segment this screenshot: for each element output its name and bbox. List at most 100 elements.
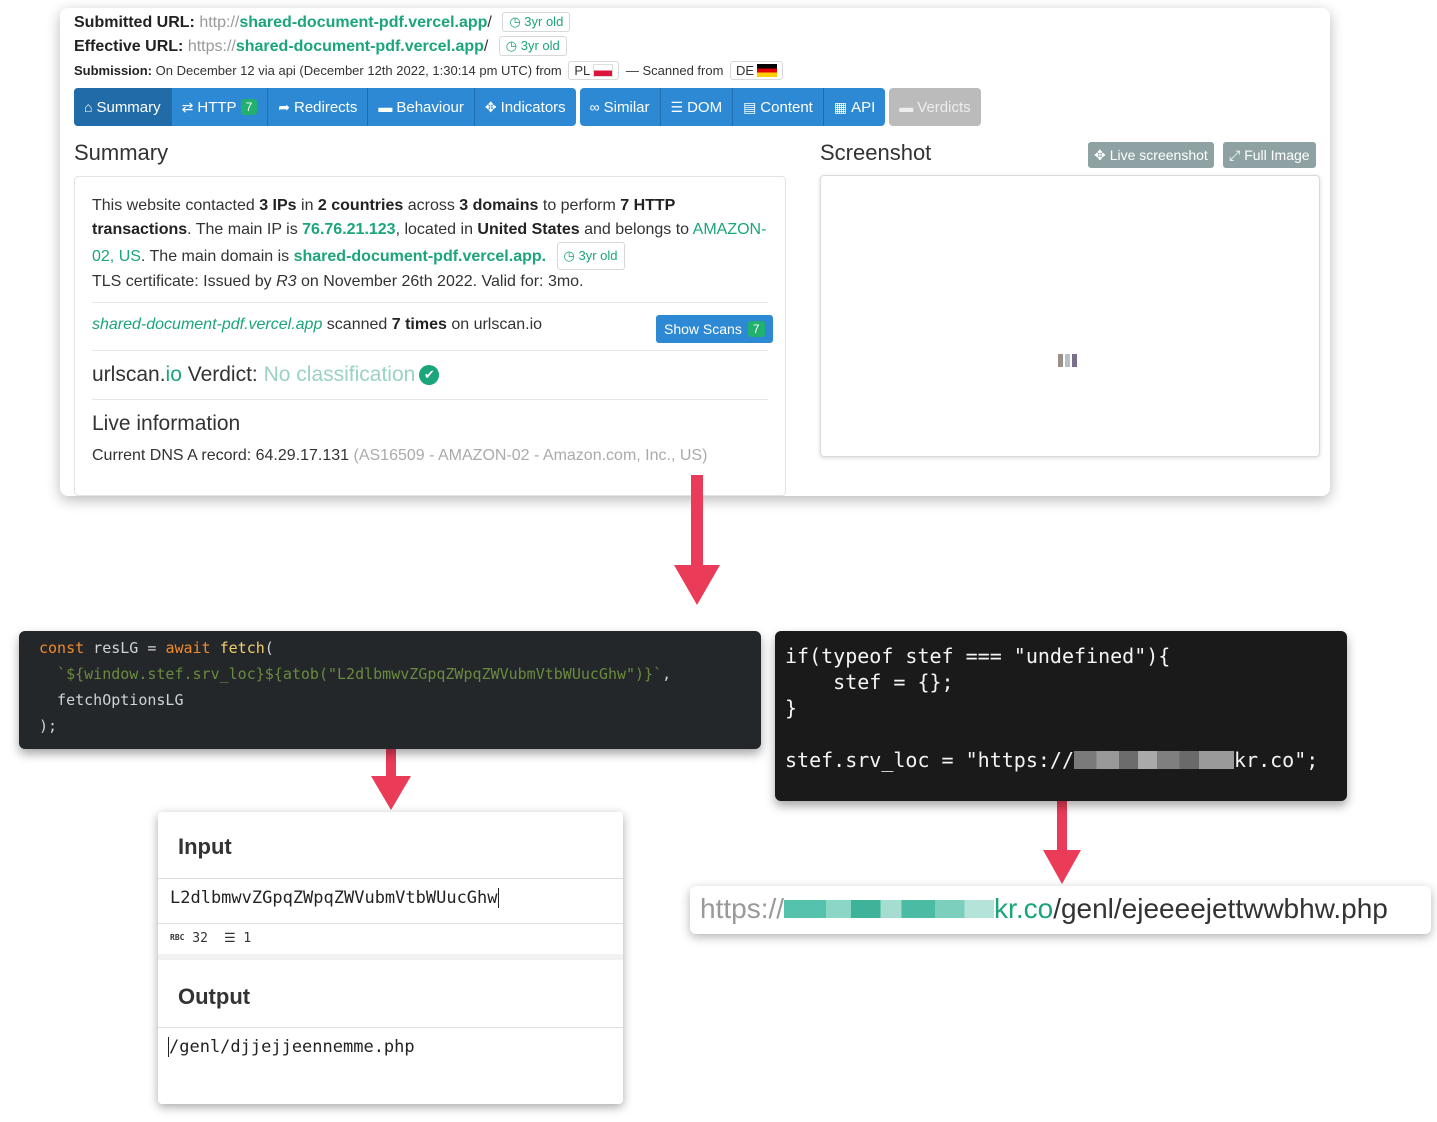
clock-icon: ◷ <box>505 38 518 53</box>
tab-label: HTTP <box>197 98 237 116</box>
verdict-value: No classification <box>263 363 416 386</box>
location-text: United States <box>477 221 580 238</box>
tab-label: Redirects <box>293 98 358 116</box>
tls-issuer: R3 <box>276 273 297 290</box>
from-country-chip: PL <box>568 61 620 80</box>
tab-label: Summary <box>96 98 161 116</box>
live-screenshot-button[interactable]: ✥ Live screenshot <box>1088 142 1214 168</box>
submitted-url-label: Submitted URL: <box>74 14 195 31</box>
tab-content[interactable]: ▤ Content <box>733 88 824 126</box>
scanned-country-chip: DE <box>730 61 784 80</box>
effective-url-domain[interactable]: shared-document-pdf.vercel.app <box>236 38 484 55</box>
code-line: stef = {}; <box>785 670 954 694</box>
code-line: const resLG = await fetch( <box>39 639 274 657</box>
divider <box>92 350 768 351</box>
code-line: `${window.stef.srv_loc}${atob("L2dlbmwvZ… <box>39 665 672 683</box>
effective-url-suffix: / <box>483 38 489 55</box>
comment-icon: ▬ <box>899 99 914 115</box>
effective-url-label: Effective URL: <box>74 38 184 55</box>
cyberchef-panel: Input L2dlbmwvZGpqZWpqZWVubmVtbWUucGhw R… <box>158 812 623 1104</box>
effective-age-badge: ◷ 3yr old <box>498 36 567 56</box>
tab-redirects[interactable]: ➦ Redirects <box>268 88 369 126</box>
expand-icon: ⤢ <box>1229 146 1241 163</box>
stef-code-panel: if(typeof stef === "undefined"){ stef = … <box>775 631 1347 801</box>
summary-box: This website contacted 3 IPs in 2 countr… <box>74 176 786 496</box>
full-image-button[interactable]: ⤢ Full Image <box>1223 142 1316 168</box>
dns-record: Current DNS A record: 64.29.17.131 (AS16… <box>92 447 708 464</box>
tab-summary[interactable]: ⌂ Summary <box>74 88 172 126</box>
tab-label: API <box>851 98 876 116</box>
final-url-path: /genl/ejeeeejettwwbhw.php <box>1053 893 1388 924</box>
qrcode-icon: ▦ <box>833 98 848 115</box>
code-line: if(typeof stef === "undefined"){ <box>785 644 1171 668</box>
effective-url-line: Effective URL: https://shared-document-p… <box>74 36 567 56</box>
tab-group-verdicts: ▬ Verdicts <box>889 88 981 126</box>
tab-behaviour[interactable]: ▬ Behaviour <box>368 88 475 126</box>
divider <box>158 923 623 924</box>
link-icon: ∞ <box>589 99 600 115</box>
screenshot-title: Screenshot <box>820 140 932 165</box>
submitted-age-text: 3yr old <box>524 14 564 29</box>
home-icon: ⌂ <box>84 99 93 115</box>
tab-indicators[interactable]: ✥ Indicators <box>475 88 576 126</box>
tab-dom[interactable]: ☰ DOM <box>661 88 734 126</box>
germany-flag-icon <box>757 64 778 77</box>
input-field[interactable]: L2dlbmwvZGpqZWpqZWVubmVtbWUucGhw <box>170 888 499 908</box>
lines-icon: ☰ <box>223 931 236 946</box>
tab-api[interactable]: ▦ API <box>824 88 885 126</box>
output-title: Output <box>178 984 251 1009</box>
lines-stat: ☰ 1 <box>223 931 252 946</box>
show-scans-button[interactable]: Show Scans 7 <box>656 315 773 343</box>
live-screenshot-label: Live screenshot <box>1109 147 1208 163</box>
submitted-url-line: Submitted URL: http://shared-document-pd… <box>74 12 571 32</box>
code-line: fetchOptionsLG <box>39 691 184 709</box>
crosshair-icon: ✥ <box>484 98 497 115</box>
file-icon: ▤ <box>743 98 757 115</box>
pane-divider[interactable] <box>158 954 623 960</box>
tab-label: Verdicts <box>917 98 971 116</box>
tab-label: Behaviour <box>396 98 464 116</box>
summary-title: Summary <box>74 140 169 165</box>
divider <box>92 302 768 303</box>
input-stats: RBC 32 ☰ 1 <box>170 931 251 946</box>
country-count: 2 countries <box>317 197 404 214</box>
tab-group-extra: ∞ Similar ☰ DOM ▤ Content ▦ API <box>579 88 886 126</box>
clock-icon: ◷ <box>563 248 575 263</box>
tab-label: Content <box>760 98 813 116</box>
effective-age-text: 3yr old <box>520 38 560 53</box>
output-value: /genl/djjejjeennemme.php <box>169 1037 415 1057</box>
count-badge: 7 <box>240 99 258 115</box>
arrows-exchange-icon: ⇄ <box>181 98 194 115</box>
divider <box>92 399 768 400</box>
tab-similar[interactable]: ∞ Similar <box>580 88 661 126</box>
text-cursor <box>497 888 499 908</box>
scans-count-badge: 7 <box>747 321 765 337</box>
length-stat: RBC 32 <box>170 931 208 946</box>
scanned-domain-link[interactable]: shared-document-pdf.vercel.app <box>92 316 322 333</box>
check-circle-icon: ✔ <box>419 365 440 385</box>
divider <box>158 878 623 879</box>
clock-icon: ◷ <box>509 14 521 29</box>
from-country: PL <box>574 63 591 78</box>
main-ip-link[interactable]: 76.76.21.123 <box>302 221 395 238</box>
summary-text: This website contacted 3 IPs in 2 countr… <box>92 197 767 290</box>
tab-label: Similar <box>603 98 650 116</box>
domain-age-badge: ◷ 3yr old <box>556 242 625 270</box>
tab-verdicts[interactable]: ▬ Verdicts <box>889 88 980 126</box>
show-scans-label: Show Scans <box>664 321 742 337</box>
code-line: stef.srv_loc = "https://kr.co"; <box>785 748 1319 772</box>
ip-count: 3 IPs <box>259 197 297 214</box>
domain-count: 3 domains <box>459 197 539 214</box>
main-domain-link[interactable]: shared-document-pdf.vercel.app. <box>294 248 547 265</box>
submitted-url-domain[interactable]: shared-document-pdf.vercel.app <box>239 14 487 31</box>
screenshot-box[interactable] <box>820 175 1320 457</box>
output-field[interactable]: /genl/djjejjeennemme.php <box>168 1037 415 1057</box>
tab-http[interactable]: ⇄ HTTP 7 <box>172 88 269 126</box>
poland-flag-icon <box>593 64 614 77</box>
divider <box>158 1027 623 1028</box>
share-arrow-icon: ➦ <box>278 98 290 115</box>
full-image-label: Full Image <box>1244 147 1310 163</box>
final-url-bar[interactable]: https:// kr.co/genl/ejeeeejettwwbhw.php <box>690 886 1431 934</box>
code-line: ); <box>39 717 58 735</box>
